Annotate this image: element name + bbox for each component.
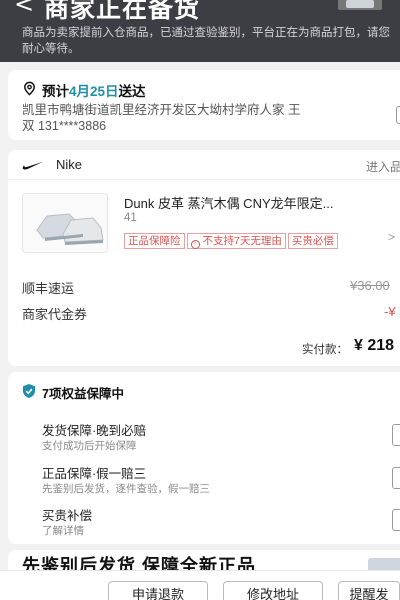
brand-name: Nike [56, 157, 83, 172]
tag-price-protection: 买贵必偿 [287, 233, 338, 249]
right-item-title: 正品保障·假一赔三 [42, 467, 147, 481]
eta-suffix: 送达 [118, 84, 146, 99]
bottom-action-bar: 申请退款 修改地址 提醒发 [0, 570, 400, 600]
chevron-right-icon[interactable]: > [388, 230, 395, 244]
location-pin-icon [24, 81, 35, 96]
paid-label: 实付款： [302, 344, 348, 356]
address-line-2: 双 131****3886 [22, 119, 107, 133]
refund-button[interactable]: 申请退款 [108, 581, 208, 600]
paid-amount: ¥ 218 [354, 337, 395, 354]
rights-title: 7项权益保障中 [42, 387, 124, 401]
address-edit-button[interactable] [396, 106, 400, 124]
page-title: 商家正在备货 [44, 0, 201, 23]
service-tags: 正品保障险! 不支持7天无理由 买贵必偿 [124, 231, 340, 249]
tag-no-7day-return: ! 不支持7天无理由 [186, 233, 286, 249]
package-thumbnail [338, 0, 382, 10]
right-item-title: 买贵补偿 [42, 509, 93, 523]
status-header: < 商家正在备货 商品为卖家提前入仓商品，已通过查验鉴别，平台正在为商品打包，请… [0, 0, 400, 62]
rights-card: 7项权益保障中 发货保障·晚到必赔 支付成功后开始保障 正品保障·假一赔三 先鉴… [8, 372, 400, 544]
right-item-title: 发货保障·晚到必赔 [42, 424, 147, 438]
tag-no-7day-return-label: 不支持7天无理由 [202, 235, 282, 247]
nike-swoosh-icon [22, 161, 44, 170]
eta-prefix: 预计 [42, 84, 69, 99]
status-description: 商品为卖家提前入仓商品，已通过查验鉴别，平台正在为商品打包，请您耐心等待。 [22, 27, 390, 55]
product-size: 41 [124, 212, 137, 224]
enter-store-link[interactable]: 进入品 [366, 158, 400, 175]
shipping-label: 顺丰速运 [22, 281, 75, 296]
right-item-detail-button[interactable] [392, 509, 400, 531]
right-item-sub: 支付成功后开始保障 [42, 440, 137, 452]
right-item-sub: 先鉴别后发货，逐件查验，假一赔三 [42, 483, 210, 495]
product-name[interactable]: Dunk 皮革 蒸汽木偶 CNY龙年限定... [124, 193, 333, 212]
info-icon: ! [190, 240, 200, 249]
package-tag-decor [346, 0, 374, 8]
shield-check-icon [23, 384, 35, 398]
store-row[interactable]: Nike 进入品 [8, 150, 400, 180]
voucher-amount: -¥ [384, 304, 396, 319]
shipping-amount: ¥36.00 [350, 278, 390, 293]
voucher-label: 商家代金券 [22, 307, 88, 322]
edit-address-button[interactable]: 修改地址 [223, 581, 323, 600]
right-item-detail-button[interactable] [392, 467, 400, 489]
eta-date: 4月25日 [69, 84, 119, 99]
address-card[interactable]: 预计4月25日送达 凯里市鸭塘街道凯里经济开发区大坳村学府人家 王 双 131*… [8, 70, 400, 140]
tag-authentic-insurance: 正品保障险 [124, 233, 185, 249]
order-card: Nike 进入品 Dunk 皮革 蒸汽木偶 CNY龙年限定... 41 正品保障… [8, 150, 400, 366]
back-button[interactable]: < [14, 0, 34, 18]
sneaker-image [23, 194, 107, 252]
right-item-detail-link[interactable]: 了解详情 [42, 523, 84, 538]
remind-ship-button[interactable]: 提醒发 [338, 581, 400, 600]
delivery-eta: 预计4月25日送达 [42, 80, 146, 100]
product-image[interactable] [22, 193, 108, 253]
right-item-detail-button[interactable] [392, 424, 400, 446]
